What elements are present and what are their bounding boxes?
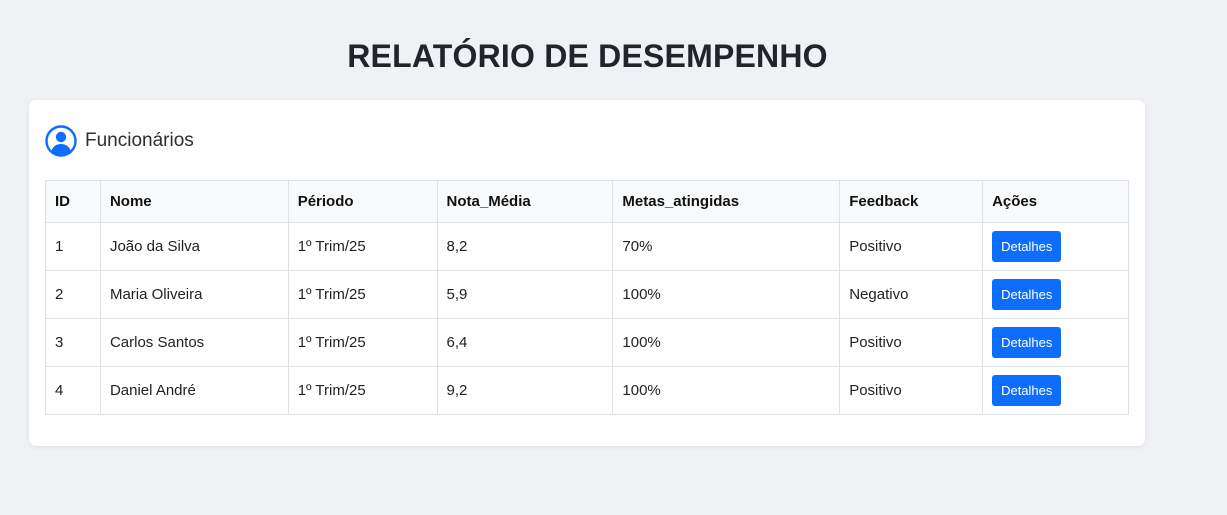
cell-id: 4 (45, 366, 101, 415)
cell-periodo: 1º Trim/25 (287, 318, 438, 367)
cell-acoes: Detalhes (982, 318, 1129, 367)
employees-card: Funcionários ID Nome Périodo Nota_Média … (29, 100, 1145, 446)
cell-id: 2 (45, 270, 101, 319)
cell-acoes: Detalhes (982, 270, 1129, 319)
cell-feedback: Negativo (839, 270, 984, 319)
cell-acoes: Detalhes (982, 222, 1129, 271)
cell-id: 1 (45, 222, 101, 271)
column-header-metas: Metas_atingidas (612, 180, 841, 223)
column-header-periodo: Périodo (287, 180, 438, 223)
card-title: Funcionários (85, 130, 194, 151)
cell-nota: 9,2 (436, 366, 614, 415)
cell-periodo: 1º Trim/25 (287, 222, 438, 271)
cell-feedback: Positivo (839, 318, 984, 367)
cell-nota: 5,9 (436, 270, 614, 319)
cell-nome: Maria Oliveira (99, 270, 289, 319)
employees-table: ID Nome Périodo Nota_Média Metas_atingid… (45, 180, 1129, 415)
cell-periodo: 1º Trim/25 (287, 366, 438, 415)
table-row: 1 João da Silva 1º Trim/25 8,2 70% Posit… (45, 222, 1129, 271)
page-title: RELATÓRIO DE DESEMPENHO (347, 38, 828, 74)
cell-feedback: Positivo (839, 366, 984, 415)
column-header-id: ID (45, 180, 101, 223)
cell-periodo: 1º Trim/25 (287, 270, 438, 319)
cell-id: 3 (45, 318, 101, 367)
cell-feedback: Positivo (839, 222, 984, 271)
details-button[interactable]: Detalhes (992, 327, 1062, 358)
details-button[interactable]: Detalhes (992, 375, 1062, 406)
cell-nome: Carlos Santos (99, 318, 289, 367)
cell-nota: 6,4 (436, 318, 614, 367)
cell-acoes: Detalhes (982, 366, 1129, 415)
cell-nota: 8,2 (436, 222, 614, 271)
card-header: Funcionários (45, 125, 194, 157)
details-button[interactable]: Detalhes (992, 279, 1062, 310)
cell-nome: João da Silva (99, 222, 289, 271)
cell-metas: 70% (612, 222, 841, 271)
user-circle-icon (45, 125, 77, 157)
column-header-acoes: Ações (982, 180, 1129, 223)
table-row: 3 Carlos Santos 1º Trim/25 6,4 100% Posi… (45, 318, 1129, 367)
cell-metas: 100% (612, 270, 841, 319)
cell-nome: Daniel André (99, 366, 289, 415)
table-header-row: ID Nome Périodo Nota_Média Metas_atingid… (45, 180, 1129, 223)
cell-metas: 100% (612, 318, 841, 367)
column-header-nota: Nota_Média (436, 180, 614, 223)
table-row: 2 Maria Oliveira 1º Trim/25 5,9 100% Neg… (45, 270, 1129, 319)
column-header-feedback: Feedback (839, 180, 984, 223)
details-button[interactable]: Detalhes (992, 231, 1062, 262)
table-row: 4 Daniel André 1º Trim/25 9,2 100% Posit… (45, 366, 1129, 415)
cell-metas: 100% (612, 366, 841, 415)
column-header-nome: Nome (99, 180, 289, 223)
